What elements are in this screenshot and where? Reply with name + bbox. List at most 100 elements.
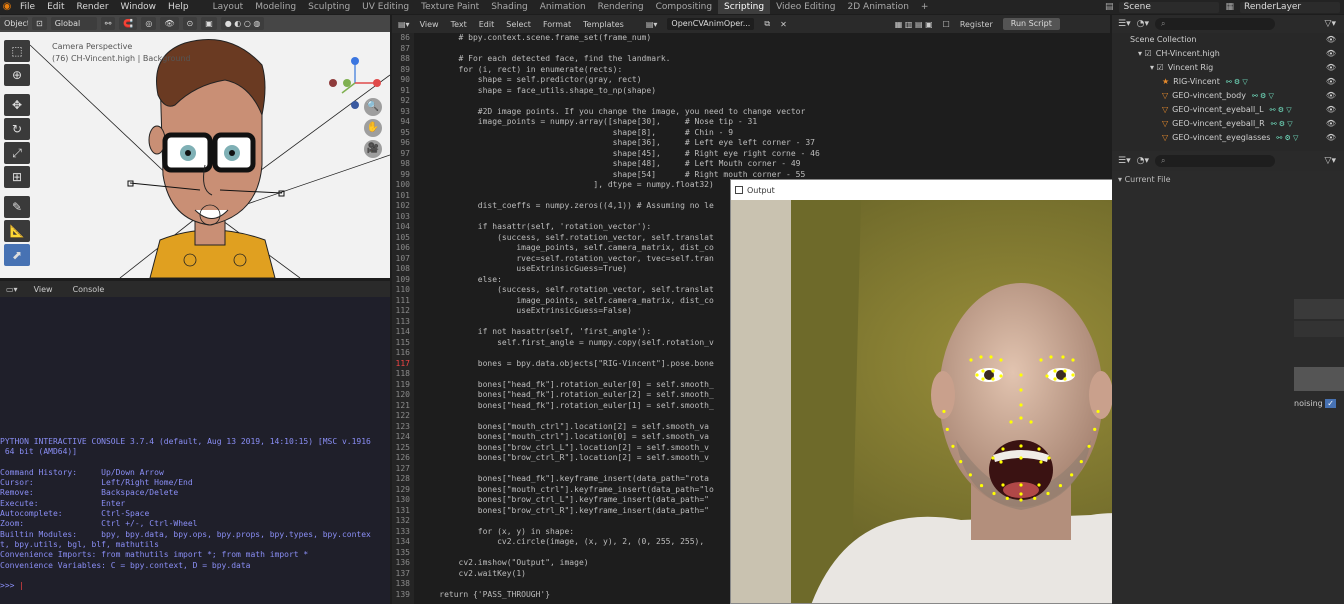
editor-menu-format[interactable]: Format xyxy=(543,20,571,29)
view-menu-icon[interactable]: ⊡ xyxy=(32,17,47,30)
menu-window[interactable]: Window xyxy=(115,0,163,14)
landmark-point xyxy=(1005,496,1009,500)
denoising-checkbox[interactable]: ✓ xyxy=(1325,399,1336,408)
eye-icon[interactable]: 👁 xyxy=(1326,75,1336,89)
filter-icon[interactable]: ▽▾ xyxy=(1325,19,1336,29)
tab-uv-editing[interactable]: UV Editing xyxy=(356,0,415,14)
editor-menu-edit[interactable]: Edit xyxy=(479,20,495,29)
scene-selector[interactable]: Scene xyxy=(1119,1,1220,13)
editor-type-icon[interactable]: ☰▾ xyxy=(1118,19,1131,29)
display-mode-icon[interactable]: ◔▾ xyxy=(1137,156,1149,166)
outliner-item[interactable]: ▽ GEO-vincent_eyeball_L ⚯ ⚙ ▽ 👁 xyxy=(1112,103,1344,117)
console-prompt[interactable]: >>> | xyxy=(0,581,390,591)
eye-icon[interactable]: 👁 xyxy=(1326,61,1336,75)
outliner-item[interactable]: ▽ GEO-vincent_eyeglasses ⚯ ⚙ ▽ 👁 xyxy=(1112,131,1344,145)
code-text: bones["head_fk"].rotation_euler[1] = sel… xyxy=(420,400,714,410)
denoising-label: noising ✓ xyxy=(1294,399,1336,408)
add-workspace-button[interactable]: + xyxy=(915,2,935,12)
menu-help[interactable]: Help xyxy=(162,0,195,14)
tab-scripting[interactable]: Scripting xyxy=(718,0,771,14)
rotate-icon[interactable]: ↻ xyxy=(4,118,30,140)
outliner-item[interactable]: ▽ GEO-vincent_body ⚯ ⚙ ▽ 👁 xyxy=(1112,89,1344,103)
tab-video-editing[interactable]: Video Editing xyxy=(770,0,841,14)
visibility-icon[interactable]: 👁 xyxy=(160,17,179,30)
line-numbers-toggle-icon[interactable]: ▦ ▥ ▤ ▣ xyxy=(895,20,933,29)
tab-layout[interactable]: Layout xyxy=(207,0,250,14)
filter-icon[interactable]: ▽▾ xyxy=(1325,156,1336,166)
console-menu-view[interactable]: View xyxy=(24,285,63,294)
editor-menu-view[interactable]: View xyxy=(420,20,439,29)
menu-edit[interactable]: Edit xyxy=(41,0,70,14)
code-text: bones["mouth_ctrl"].keyframe_insert(data… xyxy=(420,484,714,494)
outliner-search-input[interactable]: ⌕ xyxy=(1154,18,1275,30)
select-box-icon[interactable]: ⬚ xyxy=(4,40,30,62)
eye-icon[interactable]: 👁 xyxy=(1326,33,1336,47)
pan-hand-icon[interactable]: ✋ xyxy=(364,119,382,137)
properties-search-input[interactable]: ⌕ xyxy=(1154,155,1275,167)
snap-icon[interactable]: 🧲 xyxy=(119,17,138,30)
overlay-icon[interactable]: ⊙ xyxy=(182,17,198,30)
cursor-icon[interactable]: ⊕ xyxy=(4,64,30,86)
code-text: image_points = numpy.array([shape[30], #… xyxy=(420,117,758,126)
move-icon[interactable]: ✥ xyxy=(4,94,30,116)
close-text-icon[interactable]: ✕ xyxy=(780,20,787,29)
editor-type-icon[interactable]: ▭▾ xyxy=(0,285,24,294)
text-datablock-icon[interactable]: ▤▾ xyxy=(646,20,658,29)
editor-menu-select[interactable]: Select xyxy=(506,20,531,29)
tab-compositing[interactable]: Compositing xyxy=(650,0,718,14)
pivot-icon[interactable]: ⚯ xyxy=(100,17,116,30)
eye-icon[interactable]: 👁 xyxy=(1326,47,1336,61)
line-number: 111 xyxy=(395,295,410,305)
python-console[interactable]: PYTHON INTERACTIVE CONSOLE 3.7.4 (defaul… xyxy=(0,297,390,604)
menu-render[interactable]: Render xyxy=(71,0,115,14)
blender-logo-icon[interactable]: ◉ xyxy=(0,0,14,14)
orientation-selector[interactable]: Global xyxy=(50,17,97,30)
shading-modes-icon[interactable]: ● ◐ ○ ◍ xyxy=(220,17,265,30)
text-editor-header: ▤▾ View Text Edit Select Format Templates ▤▾ … xyxy=(392,15,1110,33)
run-script-button[interactable]: Run Script xyxy=(1002,18,1060,30)
editor-type-icon[interactable]: ☰▾ xyxy=(1118,156,1131,166)
eye-icon[interactable]: 👁 xyxy=(1326,117,1336,131)
landmark-point xyxy=(1009,420,1013,424)
xray-icon[interactable]: ▣ xyxy=(201,17,217,30)
outliner-item[interactable]: ▾ ☑ CH-Vincent.high 👁 xyxy=(1112,47,1344,61)
mode-selector[interactable]: Object xyxy=(0,17,28,30)
tab-animation[interactable]: Animation xyxy=(534,0,592,14)
new-text-icon[interactable]: ⧉ xyxy=(764,19,770,29)
properties-side-field[interactable] xyxy=(1294,321,1344,337)
eye-icon[interactable]: 👁 xyxy=(1326,131,1336,145)
editor-type-icon[interactable]: ▤▾ xyxy=(398,20,410,29)
scale-icon[interactable]: ⤢ xyxy=(4,142,30,164)
code-text: return {'PASS_THROUGH'} xyxy=(420,589,551,599)
proportional-icon[interactable]: ◎ xyxy=(141,17,157,30)
register-checkbox[interactable]: ☐ xyxy=(943,20,950,29)
line-number: 96 xyxy=(400,138,410,147)
transform-icon[interactable]: ⊞ xyxy=(4,166,30,188)
current-file-row[interactable]: ▾ Current File xyxy=(1112,171,1344,188)
console-menu-console[interactable]: Console xyxy=(63,285,115,294)
tab-modeling[interactable]: Modeling xyxy=(249,0,302,14)
measure-icon[interactable]: 📐 xyxy=(4,220,30,242)
eye-icon[interactable]: 👁 xyxy=(1326,103,1336,117)
view-layer-selector[interactable]: RenderLayer xyxy=(1240,1,1340,13)
display-mode-icon[interactable]: ◔▾ xyxy=(1137,19,1149,29)
eye-icon[interactable]: 👁 xyxy=(1326,89,1336,103)
editor-menu-text[interactable]: Text xyxy=(451,20,467,29)
outliner-item[interactable]: ▾ ☑ Vincent Rig 👁 xyxy=(1112,61,1344,75)
outliner-item[interactable]: ★ RIG-Vincent ⚯ ⚙ ▽ 👁 xyxy=(1112,75,1344,89)
tab-shading[interactable]: Shading xyxy=(485,0,534,14)
tab-texture-paint[interactable]: Texture Paint xyxy=(415,0,485,14)
outliner-item[interactable]: ▽ GEO-vincent_eyeball_R ⚯ ⚙ ▽ 👁 xyxy=(1112,117,1344,131)
menu-file[interactable]: File xyxy=(14,0,41,14)
annotate-icon[interactable]: ✎ xyxy=(4,196,30,218)
tab-2d-animation[interactable]: 2D Animation xyxy=(842,0,915,14)
zoom-icon[interactable]: 🔍 xyxy=(364,98,382,116)
outliner-item[interactable]: Scene Collection 👁 xyxy=(1112,33,1344,47)
text-file-selector[interactable]: OpenCVAnimOper... xyxy=(667,18,755,30)
editor-menu-templates[interactable]: Templates xyxy=(583,20,624,29)
add-object-icon[interactable]: ⬈ xyxy=(4,244,30,266)
tab-rendering[interactable]: Rendering xyxy=(592,0,650,14)
landmark-point xyxy=(1019,373,1023,377)
camera-view-icon[interactable]: 🎥 xyxy=(364,140,382,158)
tab-sculpting[interactable]: Sculpting xyxy=(302,0,356,14)
